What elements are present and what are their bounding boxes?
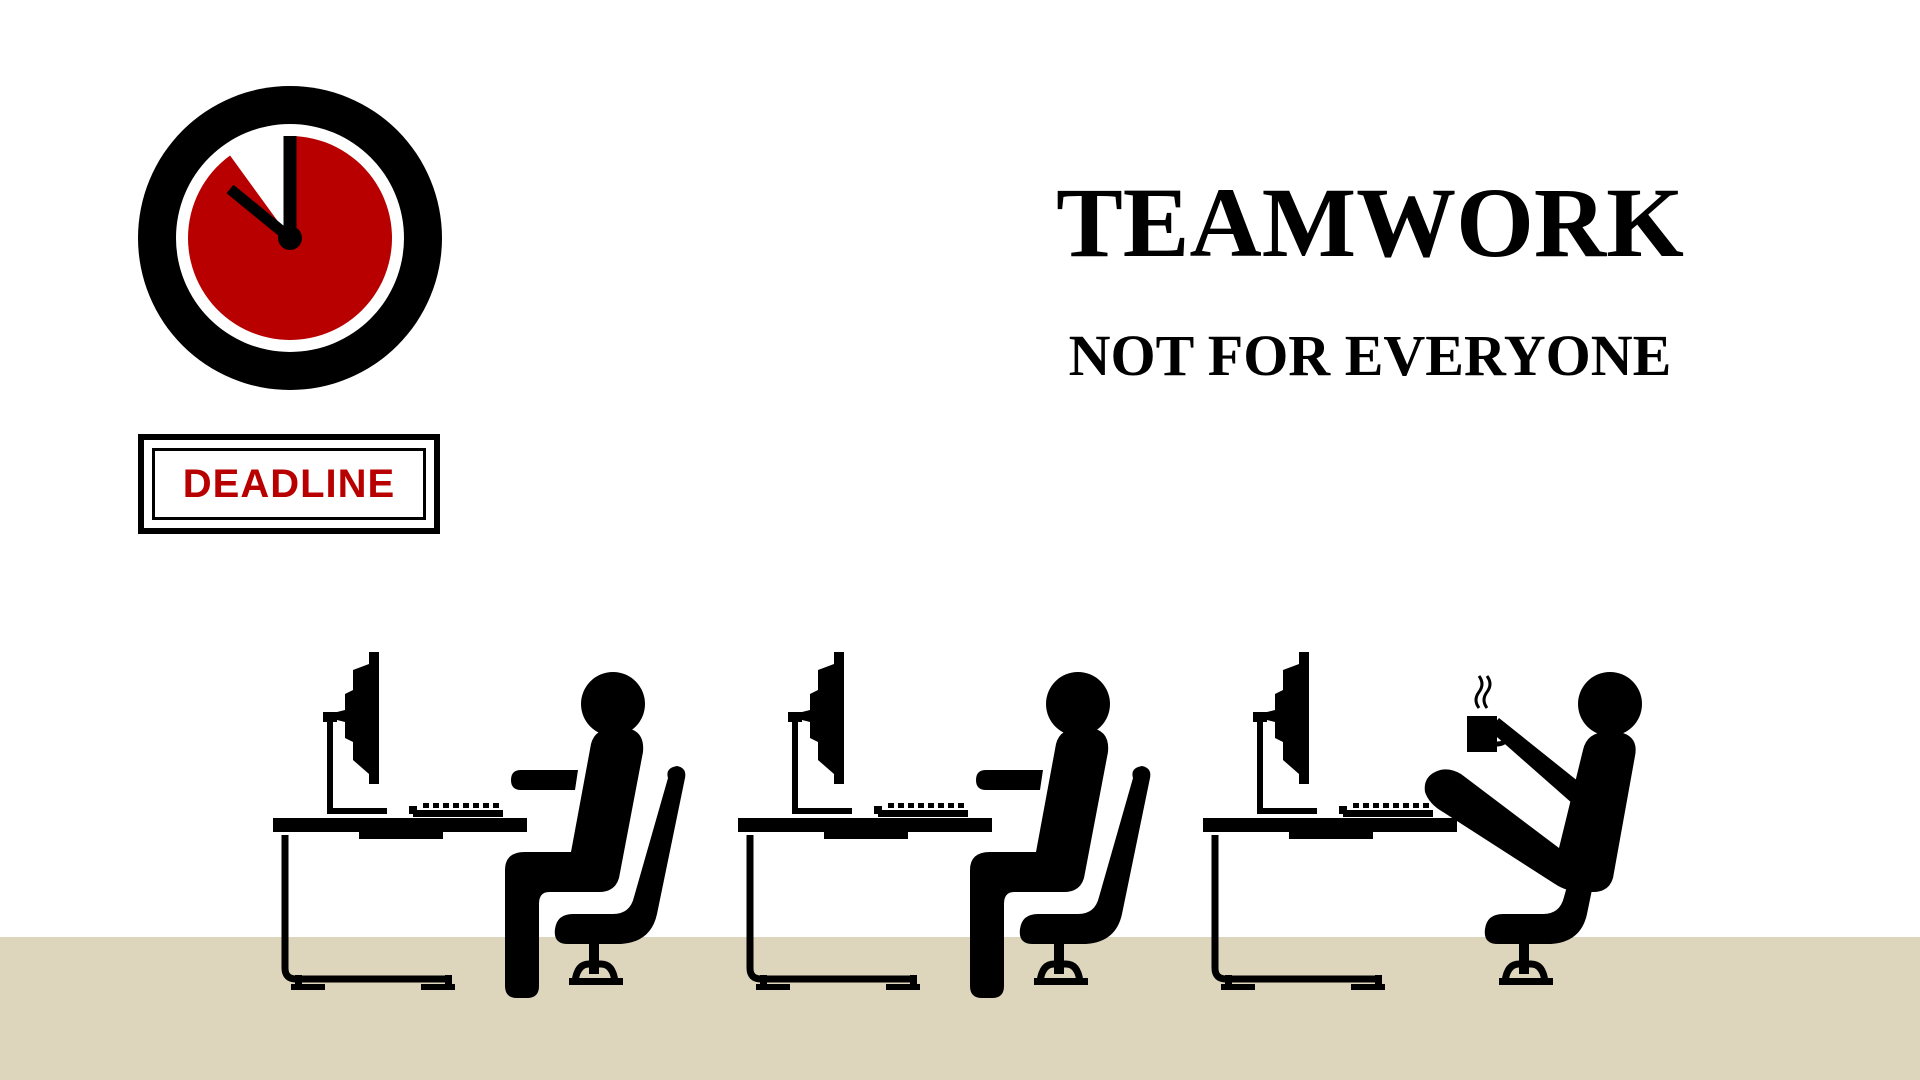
workstation-2 — [738, 652, 1150, 998]
steam-icon — [1474, 675, 1492, 709]
relaxing-person-icon — [1424, 672, 1642, 892]
workstation-3 — [1203, 652, 1642, 990]
workstation-1 — [273, 652, 685, 998]
office-scene — [0, 0, 1642, 998]
